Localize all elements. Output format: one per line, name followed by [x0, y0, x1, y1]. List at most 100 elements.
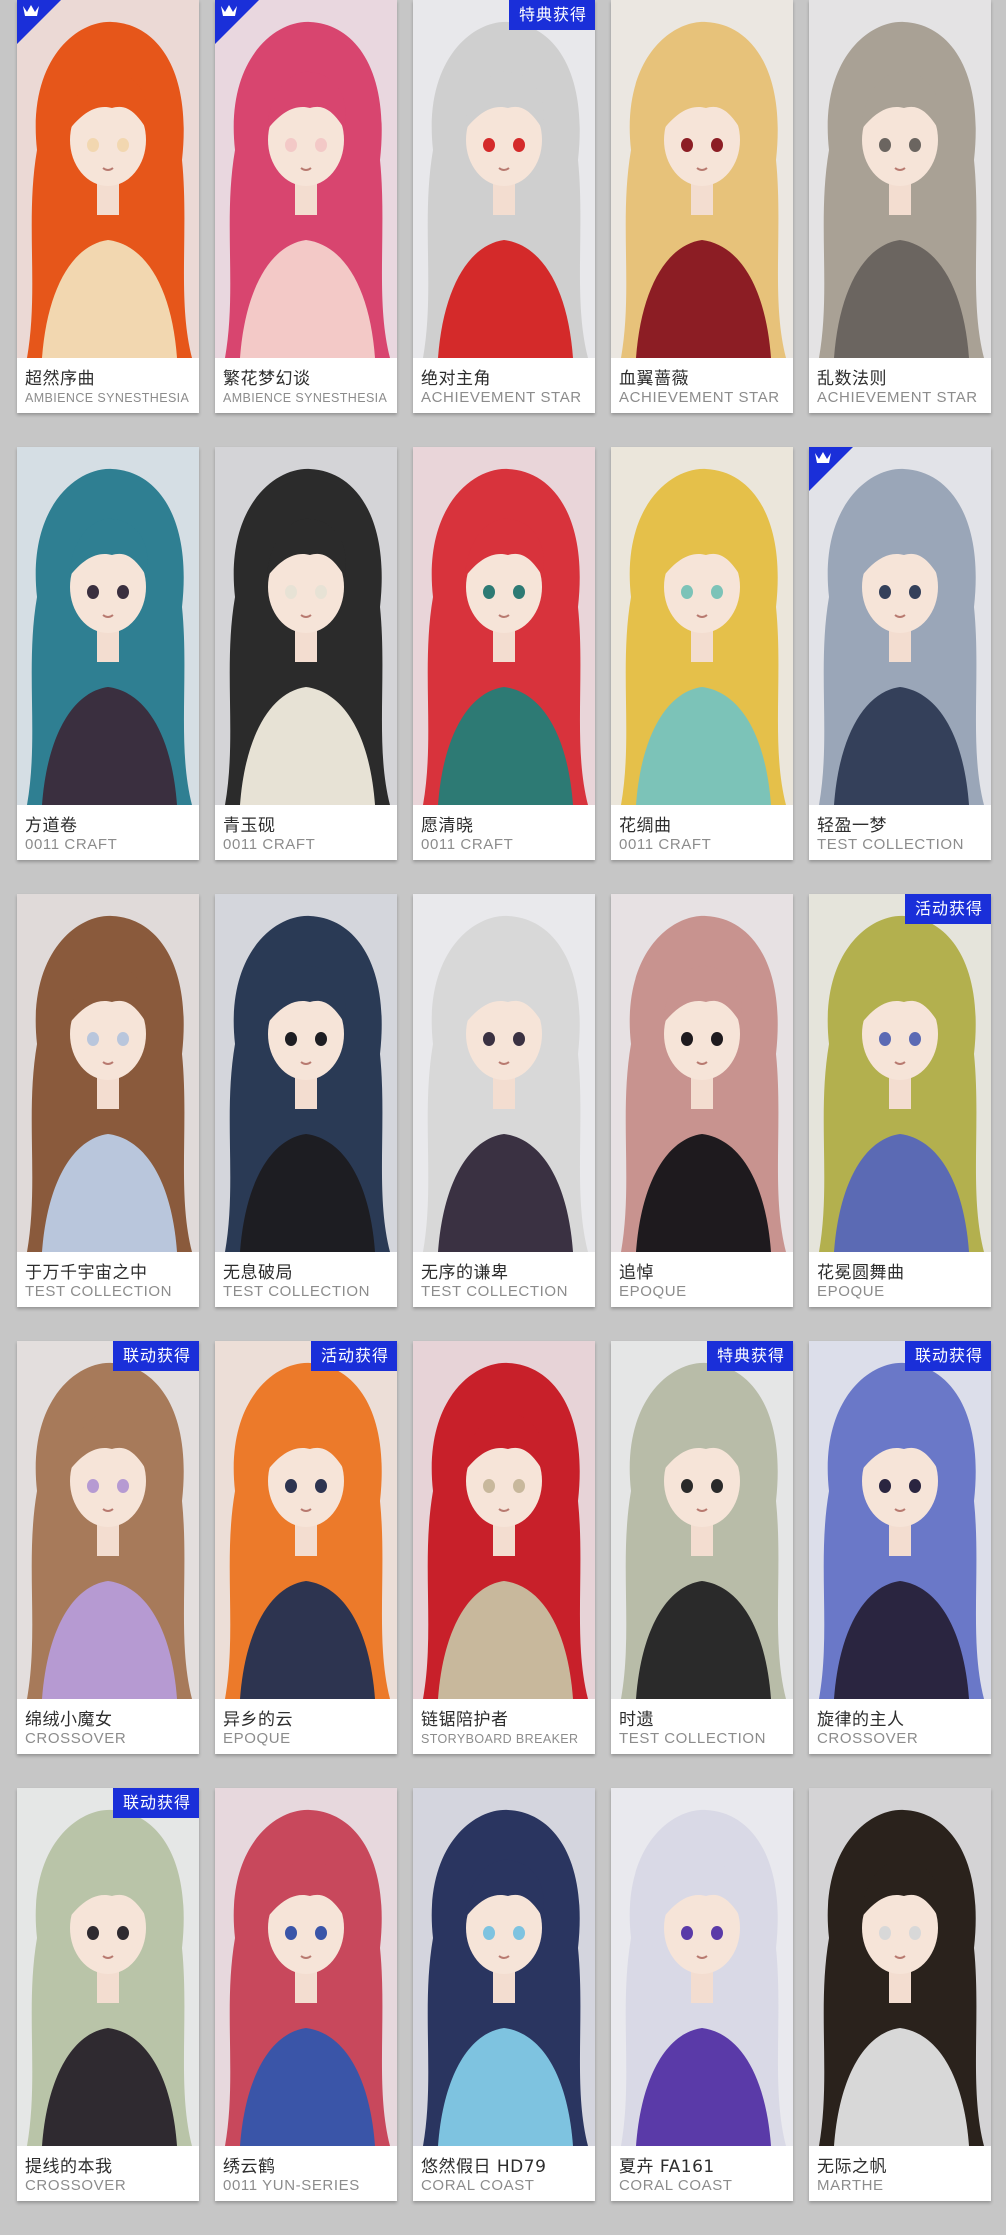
- skin-name: 血翼蔷薇: [619, 369, 689, 389]
- skin-series: TEST COLLECTION: [223, 1283, 371, 1300]
- skin-card[interactable]: 特典获得 绝对主角 ACHIEVEMENT STAR: [413, 0, 595, 413]
- skin-name: 繁花梦幻谈: [223, 369, 311, 389]
- acquisition-badge: 联动获得: [904, 1341, 991, 1371]
- skin-name: 无序的谦卑: [421, 1263, 509, 1283]
- skin-name: 方道卷: [25, 816, 78, 836]
- skin-card[interactable]: 联动获得绵绒小魔女 CROSSOVER: [17, 1341, 199, 1754]
- skin-name: 链锯陪护者: [421, 1710, 509, 1730]
- skin-name: 悠然假日 HD79: [421, 2157, 547, 2177]
- skin-series: MARTHE: [817, 2177, 884, 2194]
- skin-card[interactable]: 链锯陪护者 STORYBOARD BREAKER: [413, 1341, 595, 1754]
- skin-card[interactable]: 血翼蔷薇 ACHIEVEMENT STAR: [611, 0, 793, 413]
- skin-card[interactable]: 青玉砚 0011 CRAFT: [215, 447, 397, 860]
- skin-series: EPOQUE: [223, 1730, 291, 1747]
- skin-series: EPOQUE: [619, 1283, 687, 1300]
- skin-card[interactable]: 悠然假日 HD79 CORAL COAST: [413, 1788, 595, 2201]
- skin-portrait: [215, 1341, 397, 1699]
- skin-series: TEST COLLECTION: [817, 836, 965, 853]
- skin-card[interactable]: 绣云鹤 0011 YUN-SERIES: [215, 1788, 397, 2201]
- skin-portrait: [809, 1341, 991, 1699]
- skin-series: ACHIEVEMENT STAR: [817, 389, 978, 406]
- skin-name: 花绸曲: [619, 816, 672, 836]
- skin-name: 时遗: [619, 1710, 654, 1730]
- skin-name: 绵绒小魔女: [25, 1710, 113, 1730]
- skin-name: 追悼: [619, 1263, 654, 1283]
- skin-series: AMBIENCE SYNESTHESIA: [25, 391, 190, 405]
- skin-name: 愿清晓: [421, 816, 474, 836]
- skin-name: 绝对主角: [421, 369, 491, 389]
- skin-card[interactable]: 轻盈一梦 TEST COLLECTION: [809, 447, 991, 860]
- skin-series: 0011 CRAFT: [223, 836, 316, 853]
- skin-portrait: [17, 1341, 199, 1699]
- skin-series: CROSSOVER: [25, 2177, 127, 2194]
- skin-name: 旋律的主人: [817, 1710, 905, 1730]
- crown-corner-icon: [809, 447, 853, 491]
- skin-series: 0011 CRAFT: [25, 836, 118, 853]
- skin-card[interactable]: 无息破局 TEST COLLECTION: [215, 894, 397, 1307]
- skin-card[interactable]: 无序的谦卑 TEST COLLECTION: [413, 894, 595, 1307]
- skin-card[interactable]: 于万千宇宙之中 TEST COLLECTION: [17, 894, 199, 1307]
- skin-card[interactable]: 追悼 EPOQUE: [611, 894, 793, 1307]
- skin-series: AMBIENCE SYNESTHESIA: [223, 391, 388, 405]
- skin-portrait: [611, 894, 793, 1252]
- skin-portrait: [611, 1341, 793, 1699]
- skin-card[interactable]: 夏卉 FA161 CORAL COAST: [611, 1788, 793, 2201]
- skin-grid: 超然序曲 AMBIENCE SYNESTHESIA 繁花梦幻谈 AMBIENCE SY…: [0, 0, 1006, 2235]
- skin-portrait: [413, 1788, 595, 2146]
- skin-card[interactable]: 联动获得 提线的本我 CROSSOVER: [17, 1788, 199, 2201]
- acquisition-badge: 联动获得: [112, 1788, 199, 1818]
- skin-card[interactable]: 联动获得旋律的主人 CROSSOVER: [809, 1341, 991, 1754]
- skin-portrait: [413, 0, 595, 358]
- crown-corner-icon: [17, 0, 61, 44]
- skin-card[interactable]: 特典获得 时遗 TEST COLLECTION: [611, 1341, 793, 1754]
- skin-name: 绣云鹤: [223, 2157, 276, 2177]
- skin-portrait: [413, 1341, 595, 1699]
- skin-portrait: [611, 447, 793, 805]
- skin-portrait: [809, 1788, 991, 2146]
- skin-portrait: [611, 1788, 793, 2146]
- skin-name: 无息破局: [223, 1263, 293, 1283]
- skin-name: 超然序曲: [25, 369, 95, 389]
- crown-corner-icon: [215, 0, 259, 44]
- skin-card[interactable]: 无际之帆 MARTHE: [809, 1788, 991, 2201]
- skin-name: 于万千宇宙之中: [25, 1263, 148, 1283]
- skin-card[interactable]: 方道卷 0011 CRAFT: [17, 447, 199, 860]
- skin-portrait: [413, 894, 595, 1252]
- skin-portrait: [809, 894, 991, 1252]
- skin-series: CORAL COAST: [619, 2177, 733, 2194]
- skin-portrait: [17, 1788, 199, 2146]
- skin-portrait: [215, 447, 397, 805]
- skin-name: 夏卉 FA161: [619, 2157, 715, 2177]
- skin-portrait: [215, 0, 397, 358]
- skin-portrait: [17, 447, 199, 805]
- skin-name: 轻盈一梦: [817, 816, 887, 836]
- acquisition-badge: 联动获得: [112, 1341, 199, 1371]
- skin-portrait: [17, 0, 199, 358]
- skin-card[interactable]: 乱数法则 ACHIEVEMENT STAR: [809, 0, 991, 413]
- skin-name: 乱数法则: [817, 369, 887, 389]
- skin-portrait: [215, 1788, 397, 2146]
- skin-card[interactable]: 活动获得 花冕圆舞曲 EPOQUE: [809, 894, 991, 1307]
- skin-series: EPOQUE: [817, 1283, 885, 1300]
- skin-card[interactable]: 愿清晓 0011 CRAFT: [413, 447, 595, 860]
- skin-series: 0011 CRAFT: [421, 836, 514, 853]
- skin-series: 0011 YUN-SERIES: [223, 2177, 360, 2194]
- skin-card[interactable]: 活动获得 异乡的云 EPOQUE: [215, 1341, 397, 1754]
- skin-series: ACHIEVEMENT STAR: [421, 389, 582, 406]
- skin-series: CROSSOVER: [25, 1730, 127, 1747]
- skin-card[interactable]: 超然序曲 AMBIENCE SYNESTHESIA: [17, 0, 199, 413]
- skin-card[interactable]: 繁花梦幻谈 AMBIENCE SYNESTHESIA: [215, 0, 397, 413]
- acquisition-badge: 特典获得: [706, 1341, 793, 1371]
- skin-portrait: [809, 447, 991, 805]
- skin-portrait: [413, 447, 595, 805]
- skin-series: CORAL COAST: [421, 2177, 535, 2194]
- skin-portrait: [215, 894, 397, 1252]
- skin-name: 无际之帆: [817, 2157, 887, 2177]
- skin-portrait: [809, 0, 991, 358]
- skin-portrait: [17, 894, 199, 1252]
- skin-name: 青玉砚: [223, 816, 276, 836]
- skin-series: TEST COLLECTION: [421, 1283, 569, 1300]
- skin-series: TEST COLLECTION: [25, 1283, 173, 1300]
- skin-series: CROSSOVER: [817, 1730, 919, 1747]
- skin-card[interactable]: 花绸曲 0011 CRAFT: [611, 447, 793, 860]
